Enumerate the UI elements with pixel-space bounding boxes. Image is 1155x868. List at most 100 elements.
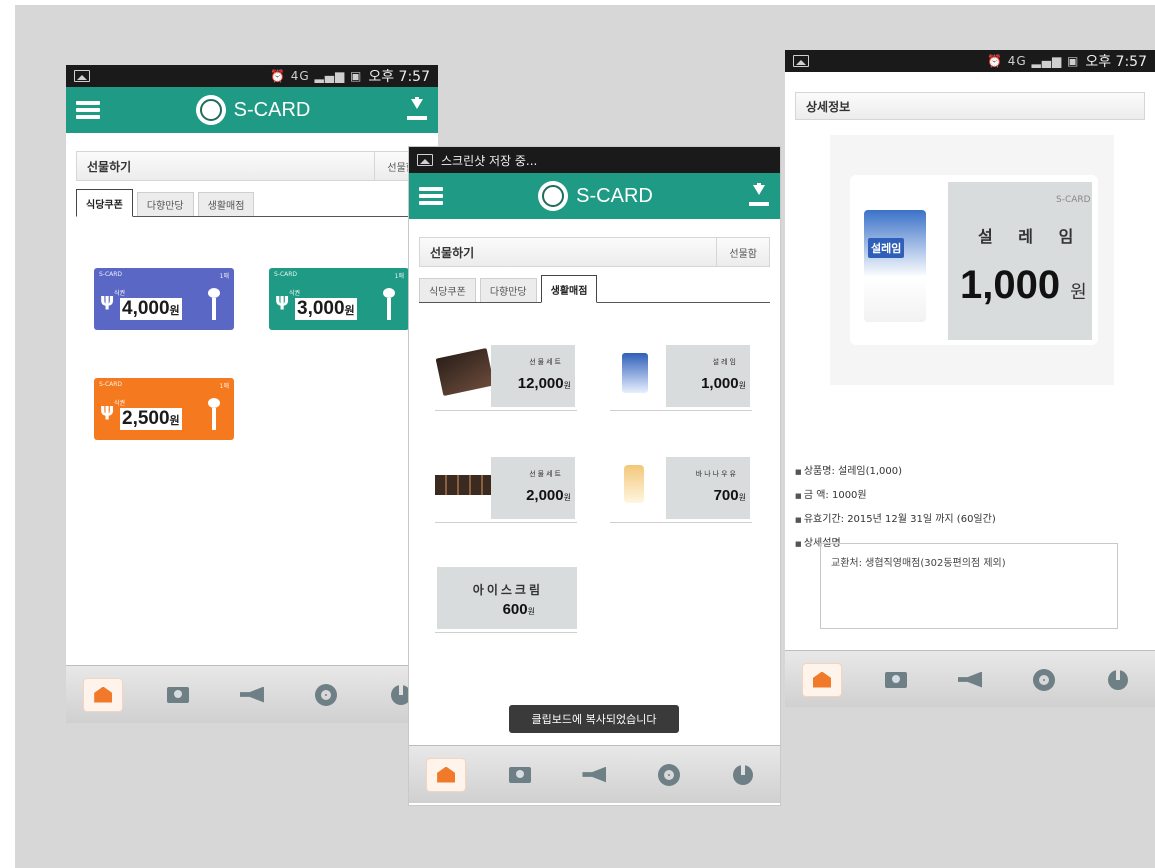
nav-settings[interactable] (649, 758, 689, 792)
university-seal-icon (195, 95, 226, 125)
product-card[interactable]: 설레임 1,000원 (610, 335, 752, 411)
nav-settings[interactable] (1024, 663, 1064, 697)
nav-notice[interactable] (574, 758, 614, 792)
toast-message: 클립보드에 복사되었습니다 (509, 705, 679, 733)
section-title: 선물하기 (430, 245, 475, 260)
card-product-name: 설 레 임 (978, 227, 1084, 246)
spoon-icon (208, 288, 220, 320)
tab-dahyang[interactable]: 다향만당 (479, 278, 537, 302)
coupon-label: 식권 (114, 290, 126, 297)
description-box: 교환처: 생협직영매점(302동편의점 제외) (820, 543, 1118, 629)
status-time: 오후 7:57 (368, 69, 430, 85)
background-canvas: ⏰ 4G ▂▄▆ ▣ 오후 7:57 S-CARD 선물하기 선물함 식당쿠폰 … (15, 5, 1155, 868)
gallery-icon (793, 55, 809, 67)
nav-profile[interactable] (158, 678, 198, 712)
person-card-icon (166, 686, 189, 703)
gallery-icon (74, 70, 90, 82)
fork-icon: ψ (275, 290, 290, 311)
nav-home[interactable] (83, 677, 124, 712)
fork-icon: ψ (100, 400, 115, 421)
product-image (624, 465, 644, 503)
status-bar: 스크린샷 저장 중... (409, 147, 780, 173)
tab-restaurant-coupon[interactable]: 식당쿠폰 (76, 189, 133, 217)
person-card-icon (885, 671, 907, 688)
gear-icon (657, 763, 680, 786)
download-icon[interactable] (748, 183, 770, 207)
megaphone-icon (239, 686, 264, 703)
category-tabs: 식당쿠폰 다향만당 생활매점 (76, 189, 428, 217)
category-tabs: 식당쿠폰 다향만당 생활매점 (419, 275, 770, 303)
status-bar: ⏰ 4G ▂▄▆ ▣ 오후 7:57 (785, 50, 1155, 72)
home-icon (813, 671, 831, 688)
product-price: 2,000원 (526, 487, 571, 504)
nav-notice[interactable] (232, 678, 272, 712)
screenshot-notice: 스크린샷 저장 중... (441, 153, 538, 168)
home-icon (437, 766, 456, 783)
section-header: 상세정보 (795, 92, 1145, 120)
product-name: 선물세트 (529, 358, 563, 366)
bottom-nav (66, 665, 438, 723)
section-header: 선물하기 선물함 (76, 151, 428, 181)
coupon-amount: 2,500원 (120, 408, 182, 430)
nav-profile[interactable] (876, 663, 916, 697)
nav-settings[interactable] (306, 678, 346, 712)
phone-product-detail: ⏰ 4G ▂▄▆ ▣ 오후 7:57 상세정보 S-CARD 설레임 설 레 임… (785, 50, 1155, 707)
info-amount: 금 액: 1000원 (795, 484, 996, 508)
power-icon (390, 684, 411, 705)
tab-store[interactable]: 생활매점 (540, 275, 598, 303)
product-card[interactable]: 선물세트 2,000원 (435, 447, 577, 523)
person-card-icon (509, 766, 532, 783)
brand-title: S-CARD (576, 184, 653, 207)
product-price: 1,000원 (701, 375, 746, 392)
info-product-name: 상품명: 설레임(1,000) (795, 460, 996, 484)
coupon-card[interactable]: S-CARD 1매 ψ 식권 3,000원 (269, 268, 409, 330)
product-name: 바나나우유 (695, 470, 738, 478)
download-icon[interactable] (406, 97, 428, 121)
coupon-card[interactable]: S-CARD 1매 ψ 식권 2,500원 (94, 378, 234, 440)
megaphone-icon (958, 671, 982, 688)
coupon-amount: 3,000원 (295, 298, 357, 320)
tab-store[interactable]: 생활매점 (197, 192, 255, 216)
info-expiry: 유효기간: 2015년 12월 31일 까지 (60일간) (795, 508, 996, 532)
nav-home[interactable] (802, 662, 842, 697)
product-card[interactable]: 아이스크림 600원 (435, 557, 577, 633)
brand-title: S-CARD (233, 98, 311, 121)
app-logo: S-CARD (443, 181, 748, 211)
product-info-list: 상품명: 설레임(1,000) 금 액: 1000원 유효기간: 2015년 1… (795, 460, 996, 556)
nav-home[interactable] (426, 757, 467, 792)
product-card-face (437, 567, 577, 629)
menu-icon[interactable] (419, 187, 443, 205)
nav-power[interactable] (723, 758, 763, 792)
gallery-icon (417, 154, 433, 166)
tab-dahyang[interactable]: 다향만당 (136, 192, 194, 216)
phone-restaurant-coupons: ⏰ 4G ▂▄▆ ▣ 오후 7:57 S-CARD 선물하기 선물함 식당쿠폰 … (66, 65, 438, 723)
product-price: 12,000원 (517, 375, 571, 392)
fork-icon: ψ (100, 290, 115, 311)
menu-icon[interactable] (76, 101, 100, 119)
product-image: 설레임 (864, 210, 926, 322)
power-icon (1108, 669, 1128, 690)
coupon-card[interactable]: S-CARD 1매 ψ 식권 4,000원 (94, 268, 234, 330)
product-card[interactable]: 바나나우유 700원 (610, 447, 752, 523)
power-icon (732, 764, 753, 785)
nav-notice[interactable] (950, 663, 990, 697)
status-bar: ⏰ 4G ▂▄▆ ▣ 오후 7:57 (66, 65, 438, 87)
section-title: 상세정보 (806, 99, 851, 114)
app-logo: S-CARD (100, 95, 406, 125)
giftbox-button[interactable]: 선물함 (716, 238, 769, 266)
product-image (435, 348, 495, 396)
product-card[interactable]: 선물세트 12,000원 (435, 335, 577, 411)
megaphone-icon (582, 766, 607, 783)
tab-restaurant-coupon[interactable]: 식당쿠폰 (419, 278, 476, 302)
section-title: 선물하기 (87, 159, 132, 174)
app-bar: S-CARD (66, 87, 438, 133)
nav-power[interactable] (1098, 663, 1138, 697)
nav-profile[interactable] (500, 758, 540, 792)
status-time: 오후 7:57 (1085, 54, 1147, 70)
spoon-icon (383, 288, 395, 320)
pack-label: 설레임 (868, 238, 905, 258)
product-price: 600원 (502, 601, 535, 618)
coupon-label: 식권 (114, 400, 126, 407)
gear-icon (1033, 668, 1055, 691)
status-icons: ⏰ 4G ▂▄▆ ▣ (270, 69, 363, 83)
